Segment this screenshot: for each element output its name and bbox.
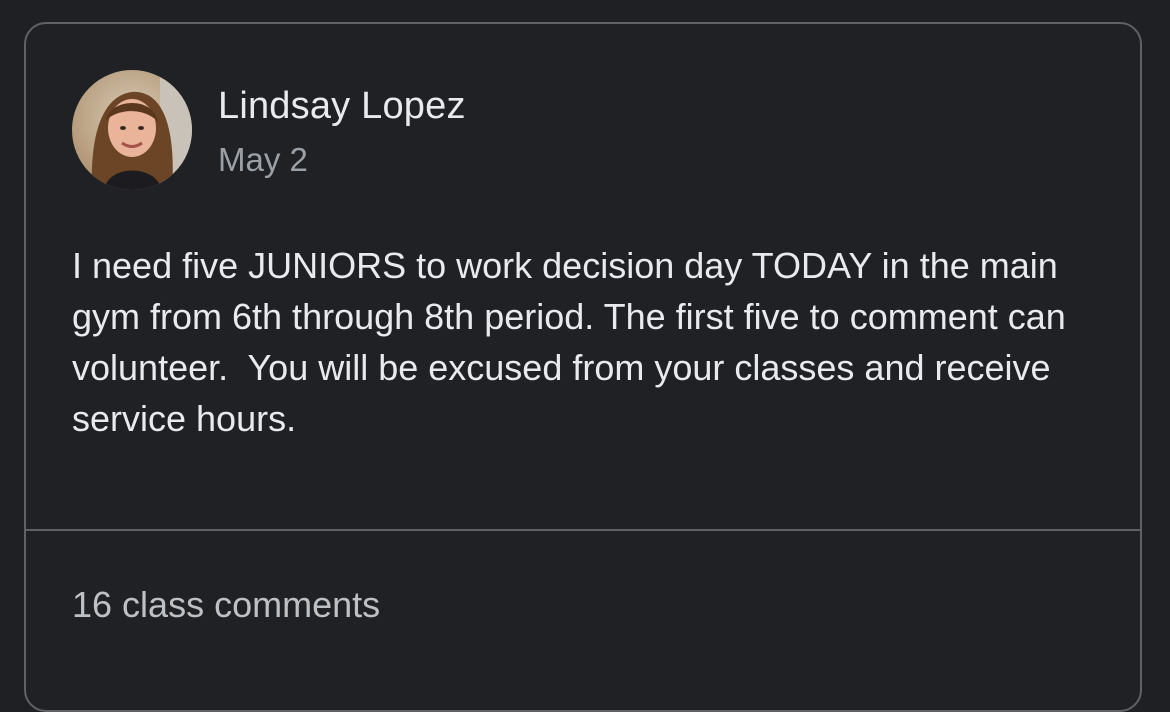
announcement-card: Lindsay Lopez May 2 I need five JUNIORS … (24, 22, 1142, 712)
post-body: I need five JUNIORS to work decision day… (72, 245, 1076, 439)
post-header: Lindsay Lopez May 2 (72, 70, 466, 190)
class-comments-button[interactable]: 16 class comments (72, 582, 380, 628)
avatar-photo (72, 70, 192, 190)
divider (26, 529, 1140, 531)
post-date: May 2 (218, 141, 308, 178)
author-meta: Lindsay Lopez May 2 (218, 70, 466, 180)
author-name[interactable]: Lindsay Lopez (218, 84, 466, 128)
avatar[interactable] (72, 70, 192, 190)
